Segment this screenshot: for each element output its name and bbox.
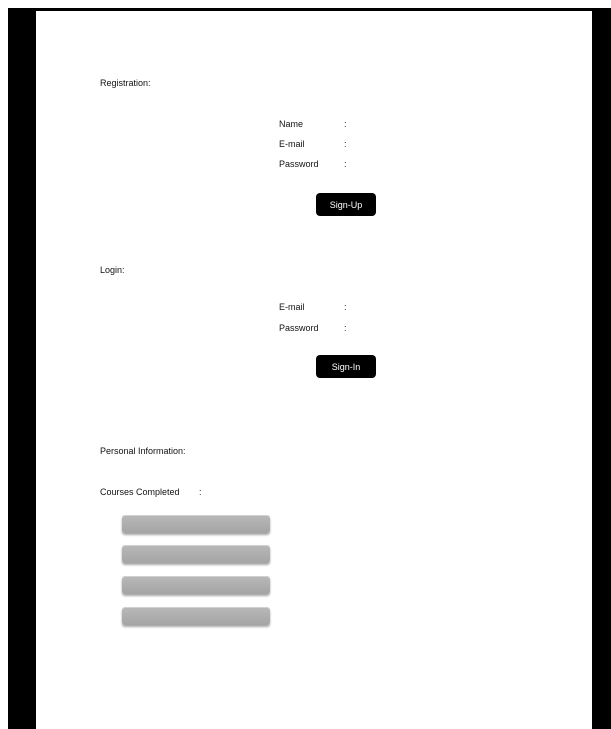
signup-button[interactable]: Sign-Up	[316, 193, 376, 216]
registration-password-label: Password	[279, 159, 319, 169]
registration-name-colon: :	[344, 119, 347, 129]
course-slot-2[interactable]	[122, 545, 270, 563]
courses-completed-label: Courses Completed	[100, 487, 180, 497]
right-border	[592, 8, 611, 729]
registration-password-colon: :	[344, 159, 347, 169]
login-heading: Login:	[100, 265, 125, 275]
registration-email-label: E-mail	[279, 139, 305, 149]
registration-heading: Registration:	[100, 78, 151, 88]
course-slot-4[interactable]	[122, 607, 270, 625]
login-password-label: Password	[279, 323, 319, 333]
course-slot-1[interactable]	[122, 515, 270, 533]
left-border	[8, 8, 36, 729]
login-email-label: E-mail	[279, 302, 305, 312]
course-slot-3[interactable]	[122, 576, 270, 594]
login-email-colon: :	[344, 302, 347, 312]
courses-completed-colon: :	[199, 487, 202, 497]
signin-button[interactable]: Sign-In	[316, 355, 376, 378]
registration-name-label: Name	[279, 119, 304, 129]
top-border	[36, 8, 592, 11]
login-password-colon: :	[344, 323, 347, 333]
registration-email-colon: :	[344, 139, 347, 149]
personal-information-heading: Personal Information:	[100, 446, 186, 456]
page: Registration: Name : E-mail : Password :…	[0, 0, 611, 729]
